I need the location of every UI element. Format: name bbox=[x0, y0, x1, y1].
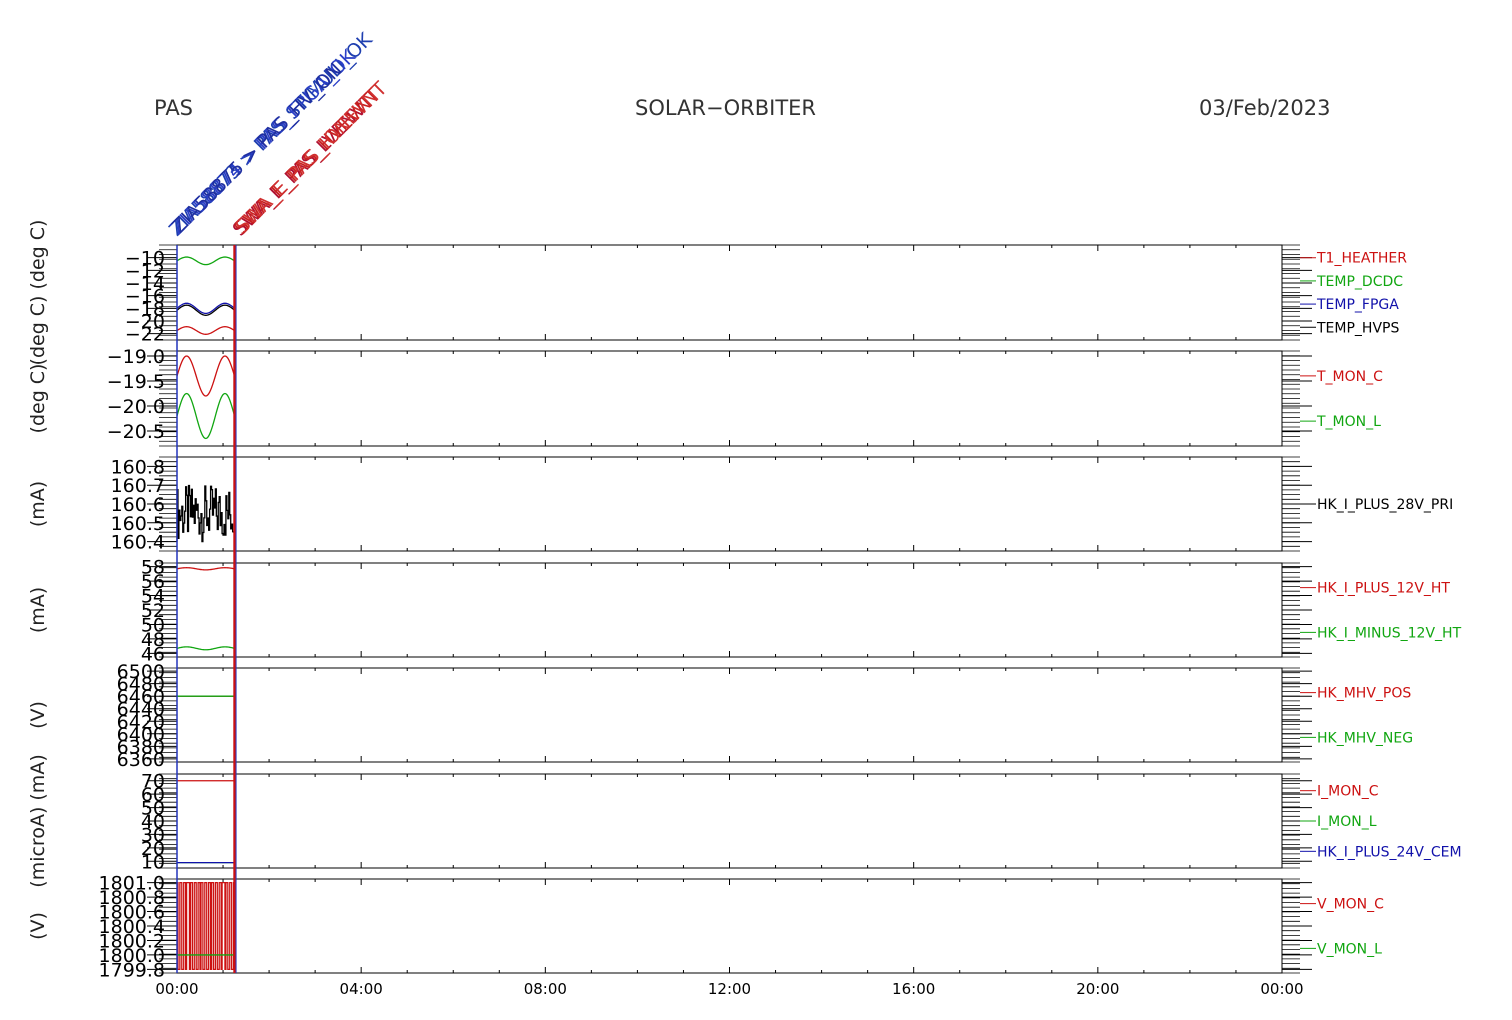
legend-label-temp_dcdc: TEMP_DCDC bbox=[1316, 274, 1403, 290]
legend-label-t1_heather: T1_HEATHER bbox=[1316, 251, 1407, 267]
y-axis-unit: (mA) bbox=[27, 481, 49, 527]
legend-label-temp_hvps: TEMP_HVPS bbox=[1316, 320, 1399, 336]
x-tick-label: 00:00 bbox=[1260, 980, 1303, 998]
y-tick-label: −20.5 bbox=[107, 421, 165, 443]
series-line-hk_i_plus_12v_ht bbox=[176, 567, 235, 571]
y-tick-label: 1799.8 bbox=[99, 959, 165, 981]
panel-2 bbox=[147, 350, 1316, 447]
legend-label-hk_i_plus_28v_pri: HK_I_PLUS_28V_PRI bbox=[1317, 497, 1453, 513]
legend-label-hk_mhv_pos: HK_MHV_POS bbox=[1317, 686, 1411, 702]
legend-label-hk_mhv_neg: HK_MHV_NEG bbox=[1317, 730, 1413, 746]
panel-frame bbox=[176, 562, 1283, 658]
y-axis-unit: (V) bbox=[27, 701, 49, 729]
panel-6 bbox=[147, 773, 1316, 869]
panel-7 bbox=[147, 878, 1316, 974]
x-tick-label: 00:00 bbox=[155, 980, 198, 998]
y-axis-unit: (mA) bbox=[27, 587, 49, 633]
y-tick-label: 6360 bbox=[117, 749, 165, 771]
series-line-t_mon_c bbox=[176, 355, 236, 397]
legend-label-hk_i_plus_24v_cem: HK_I_PLUS_24V_CEM bbox=[1317, 844, 1462, 860]
y-tick-label: −22 bbox=[125, 324, 165, 346]
panel-frame bbox=[176, 773, 1283, 869]
series-line-hk_i_minus_12v_ht bbox=[176, 646, 235, 651]
series-line-t_mon_l bbox=[176, 392, 236, 440]
y-tick-label: −20.0 bbox=[107, 396, 165, 418]
legend-label-i_mon_l: I_MON_L bbox=[1317, 814, 1377, 830]
housekeeping-chart: −10−12−14−16−18−20−22(deg C) (deg C) T1_H… bbox=[27, 28, 1462, 998]
x-tick-label: 16:00 bbox=[892, 980, 935, 998]
series-line-v_mon_c bbox=[177, 881, 235, 971]
panel-3 bbox=[147, 456, 1316, 552]
legend-label-v_mon_c: V_MON_C bbox=[1317, 897, 1384, 913]
legend-label-hk_i_minus_12v_ht: HK_I_MINUS_12V_HT bbox=[1317, 625, 1462, 641]
panel-frame bbox=[176, 244, 1283, 341]
panel-1 bbox=[147, 244, 1316, 341]
panel-frame bbox=[176, 878, 1283, 974]
panel-frame bbox=[176, 456, 1283, 552]
panel-frame bbox=[176, 667, 1283, 763]
legend-label-temp_fpga: TEMP_FPGA bbox=[1316, 297, 1399, 313]
legend-label-v_mon_l: V_MON_L bbox=[1317, 941, 1382, 957]
y-axis-unit: (microA) (mA) bbox=[27, 754, 49, 887]
legend-label-t_mon_c: T_MON_C bbox=[1316, 369, 1383, 385]
panel-frame bbox=[176, 350, 1283, 447]
y-tick-label: −19.0 bbox=[107, 346, 165, 368]
x-tick-label: 04:00 bbox=[340, 980, 383, 998]
legend-label-hk_i_plus_12v_ht: HK_I_PLUS_12V_HT bbox=[1317, 581, 1450, 597]
series-line-hk_i_plus_28v_pri bbox=[176, 484, 235, 543]
y-axis-unit: (deg C) bbox=[27, 364, 49, 434]
series-line-t1_heather bbox=[176, 326, 235, 335]
x-tick-label: 12:00 bbox=[708, 980, 751, 998]
legend-label-i_mon_c: I_MON_C bbox=[1317, 784, 1379, 800]
x-tick-label: 08:00 bbox=[524, 980, 567, 998]
y-tick-label: 160.4 bbox=[111, 532, 165, 554]
panel-4 bbox=[147, 562, 1316, 658]
panel-5 bbox=[147, 667, 1316, 763]
legend-label-t_mon_l: T_MON_L bbox=[1316, 414, 1381, 430]
y-tick-label: −19.5 bbox=[107, 371, 165, 393]
y-axis-unit: (V) bbox=[27, 912, 49, 940]
y-axis-unit: (deg C) (deg C) bbox=[27, 220, 49, 366]
x-tick-label: 20:00 bbox=[1076, 980, 1119, 998]
y-tick-label: 10 bbox=[141, 851, 165, 873]
series-line-temp_dcdc bbox=[176, 256, 235, 266]
